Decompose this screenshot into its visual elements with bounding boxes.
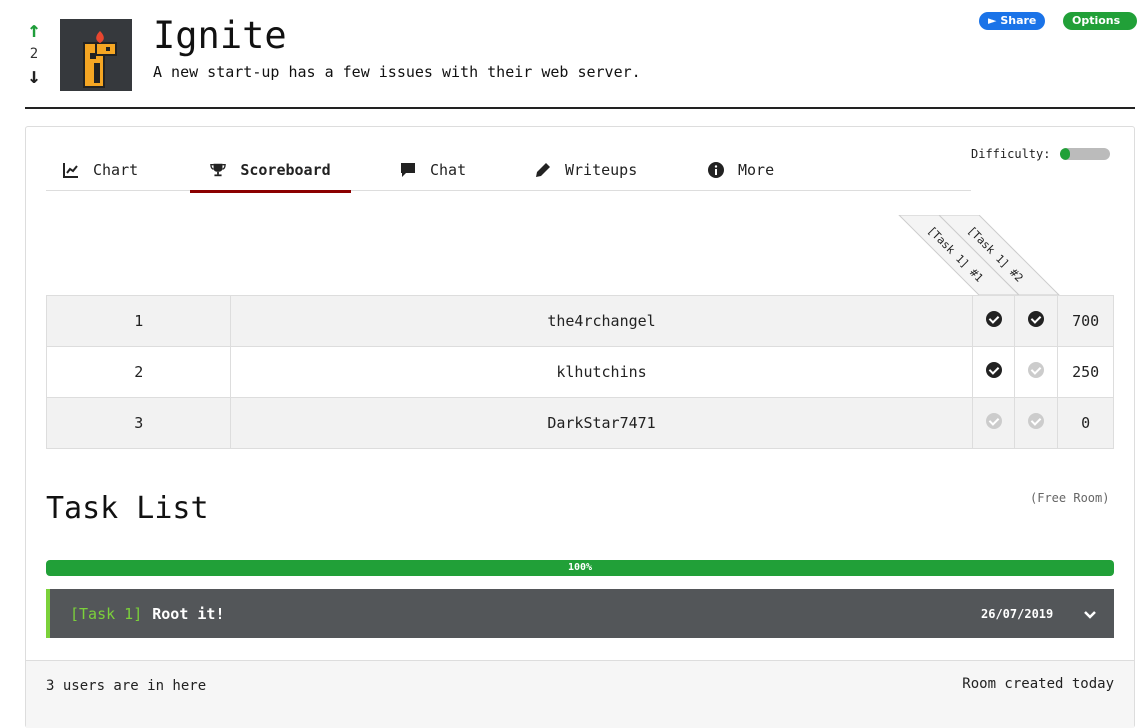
header-divider <box>25 107 1135 109</box>
chat-bubble-icon <box>400 162 416 178</box>
tab-scoreboard[interactable]: Scoreboard <box>190 149 351 193</box>
room-created: Room created today <box>962 676 1114 692</box>
rank-cell: 1 <box>45 295 232 347</box>
room-type-label: (Free Room) <box>1030 491 1110 505</box>
check-circle-icon <box>1028 311 1045 327</box>
room-title: Ignite <box>153 14 287 57</box>
tab-bar: Chart Scoreboard Chat Writeups More <box>46 149 971 193</box>
rank-cell: 3 <box>45 397 232 449</box>
difficulty-label: Difficulty: <box>971 147 1051 161</box>
check-circle-icon <box>985 413 1002 429</box>
scoreboard-table: 1 the4rchangel 700 2 klhutchins 250 3 Da… <box>45 295 1114 449</box>
check-circle-icon <box>985 362 1002 378</box>
table-row: 3 DarkStar7471 0 <box>45 397 1114 449</box>
megaphone-icon: ► <box>988 14 997 27</box>
username-link[interactable]: DarkStar7471 <box>230 397 973 449</box>
points-cell: 0 <box>1057 397 1114 449</box>
vote-count: 2 <box>29 46 39 62</box>
progress-bar: 100% <box>46 560 1114 576</box>
downvote-icon[interactable]: ↓ <box>22 66 46 88</box>
tab-more[interactable]: More <box>708 149 774 190</box>
task-column-headers: [Task 1] #1 [Task 1] #2 <box>897 214 1067 296</box>
chart-line-icon <box>63 162 79 178</box>
pen-icon <box>535 162 551 178</box>
table-row: 1 the4rchangel 700 <box>45 295 1114 347</box>
task-list-title: Task List <box>46 491 209 526</box>
check-circle-icon <box>1028 362 1045 378</box>
username-link[interactable]: the4rchangel <box>230 295 973 347</box>
difficulty-bar <box>1060 148 1111 160</box>
points-cell: 250 <box>1057 346 1114 398</box>
tab-chart[interactable]: Chart <box>63 149 138 190</box>
info-circle-icon <box>708 161 724 178</box>
tab-writeups[interactable]: Writeups <box>535 149 637 190</box>
task-date: 26/07/2019 <box>981 606 1054 621</box>
options-button[interactable]: Options ▸ <box>1063 12 1137 45</box>
chevron-down-icon[interactable] <box>1084 606 1096 624</box>
upvote-icon[interactable]: ↑ <box>22 20 46 42</box>
room-subtitle: A new start-up has a few issues with the… <box>153 63 641 81</box>
task-name: Root it! <box>152 604 225 623</box>
users-online: 3 users are in here <box>46 678 207 694</box>
check-circle-icon <box>1028 413 1045 429</box>
share-button[interactable]: ► Share <box>979 12 1046 30</box>
points-cell: 700 <box>1057 295 1114 347</box>
task-accordion[interactable]: [Task 1] Root it! 26/07/2019 <box>46 589 1114 638</box>
table-row: 2 klhutchins 250 <box>45 346 1114 398</box>
room-card: Chart Scoreboard Chat Writeups More Diff… <box>25 126 1135 728</box>
difficulty-indicator: Difficulty: <box>971 147 1111 161</box>
check-circle-icon <box>985 311 1002 327</box>
room-logo <box>60 19 132 91</box>
username-link[interactable]: klhutchins <box>230 346 973 398</box>
task-tag: [Task 1] <box>70 604 143 623</box>
rank-cell: 2 <box>45 346 232 398</box>
vote-widget: ↑ 2 ↓ <box>22 20 46 88</box>
tab-chat[interactable]: Chat <box>400 149 466 190</box>
caret-right-icon: ▸ <box>1072 32 1078 45</box>
room-footer: 3 users are in here Room created today <box>26 660 1134 728</box>
progress-label: 100% <box>567 562 593 573</box>
trophy-icon <box>210 162 227 178</box>
difficulty-fill <box>1060 148 1071 160</box>
